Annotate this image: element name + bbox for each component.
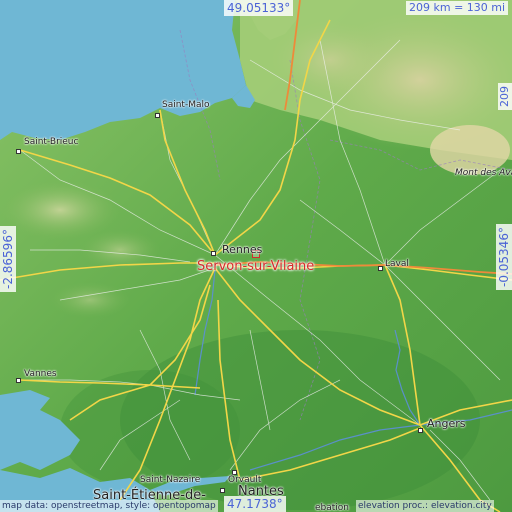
- partial-label: ebation: [315, 503, 350, 512]
- city-label: Angers: [427, 417, 466, 430]
- attribution-left: map data: openstreetmap, style: opentopo…: [0, 500, 218, 512]
- city-marker: [155, 113, 160, 118]
- coord-top: 49.05133°: [224, 0, 294, 16]
- city-label: Saint-Malo: [162, 100, 210, 110]
- coord-right: -0.05346°: [496, 224, 512, 290]
- city-label: Saint-Nazaire: [140, 475, 201, 485]
- city-marker: [220, 488, 225, 493]
- coord-bottom: 47.1738°: [224, 496, 286, 512]
- attribution-right: elevation proc.: elevation.city: [356, 500, 494, 512]
- city-label: Saint-Brieuc: [24, 137, 79, 147]
- city-marker: [378, 266, 383, 271]
- peak-label: Mont des Avaloirs: [455, 168, 512, 178]
- city-marker: [418, 428, 423, 433]
- city-label: Vannes: [24, 369, 57, 379]
- city-label: Rennes: [222, 243, 263, 256]
- city-marker: [211, 251, 216, 256]
- map-view[interactable]: Servon-sur-Vilaine Saint-Malo Saint-Brie…: [0, 0, 512, 512]
- city-marker: [16, 149, 21, 154]
- scale-horizontal: 209 km = 130 mi: [406, 1, 509, 15]
- place-name-label: Servon-sur-Vilaine: [197, 259, 315, 274]
- scale-vertical: 209 km = 130 mi: [498, 83, 512, 110]
- city-label: Laval: [385, 259, 409, 269]
- city-marker: [16, 378, 21, 383]
- coord-left: -2.86596°: [0, 226, 16, 292]
